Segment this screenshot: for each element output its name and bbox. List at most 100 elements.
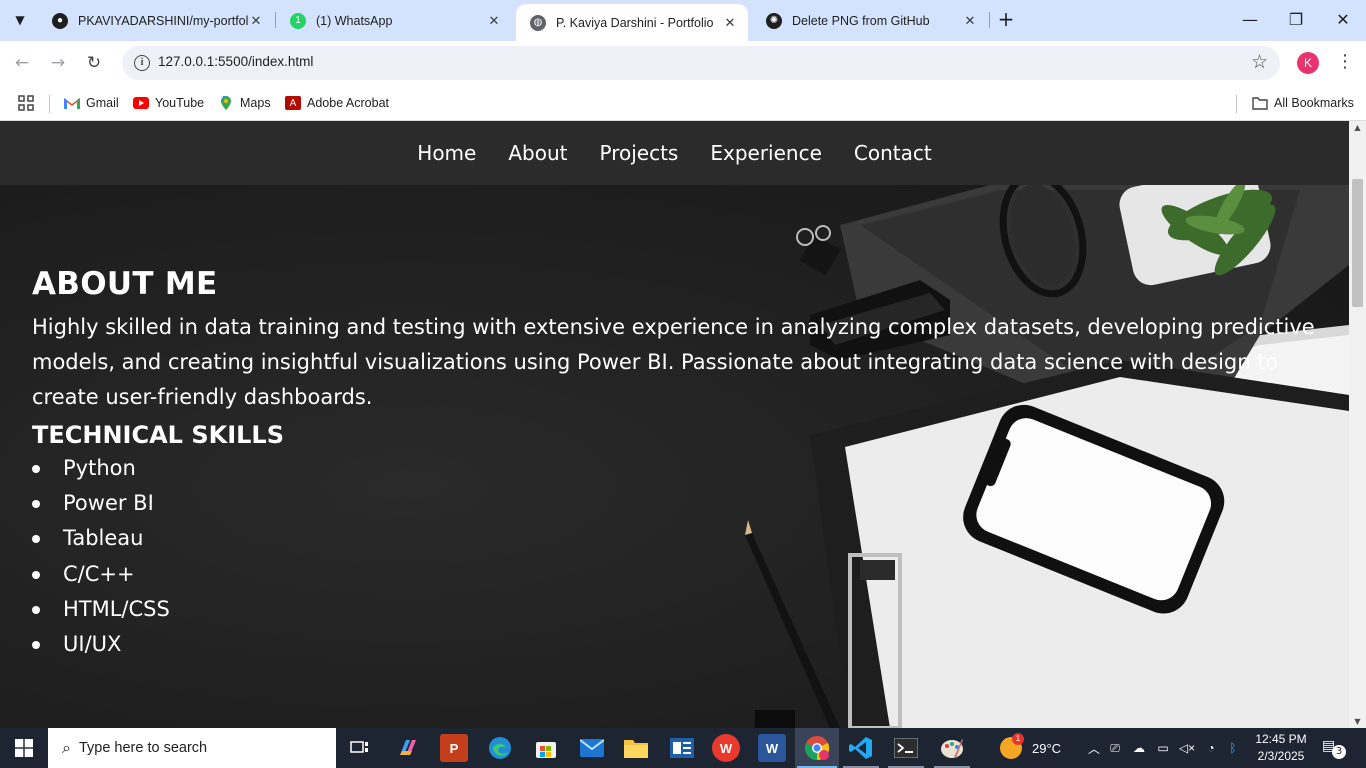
tab-title: Delete PNG from GitHub [792,13,930,28]
bookmark-label: Adobe Acrobat [307,96,390,110]
store-icon[interactable] [532,734,560,762]
taskbar: ⌕ Type here to search P W W 1 29°C ︿ ⎚ ☁… [0,728,1366,768]
skill-item: Python [32,451,1322,486]
close-window-button[interactable]: ✕ [1320,8,1366,32]
scroll-down-icon[interactable]: ▼ [1349,717,1366,726]
skill-item: C/C++ [32,557,1322,592]
scroll-thumb[interactable] [1352,179,1363,307]
battery-icon[interactable]: ▭ [1151,741,1175,755]
nav-home-link[interactable]: Home [401,141,492,165]
tab-title: (1) WhatsApp [316,13,393,28]
bookmark-adobe-acrobat[interactable]: A Adobe Acrobat [285,93,389,113]
word-icon[interactable]: W [758,734,786,762]
powerpoint-icon[interactable]: P [440,734,468,762]
tab-strip: ▼ ● PKAVIYADARSHINI/my-portfolio ✕ 1 (1)… [0,0,1366,41]
bookmark-youtube[interactable]: YouTube [133,93,204,113]
site-info-icon[interactable]: i [134,55,150,71]
wifi-icon[interactable]: ◔ [1199,741,1223,755]
bluetooth-icon[interactable]: ᛒ [1223,741,1243,755]
weather-sun-icon: 1 [1000,733,1024,759]
notification-center-button[interactable]: ▤ 3 [1322,738,1346,759]
globe-icon: ◍ [530,14,546,31]
back-button[interactable]: ← [10,51,34,75]
chevron-up-icon[interactable]: ︿ [1085,740,1103,757]
close-tab-icon[interactable]: ✕ [722,15,738,31]
close-tab-icon[interactable]: ✕ [962,13,978,29]
bookmark-separator [49,95,50,113]
wps-office-icon[interactable]: W [712,734,740,762]
chatgpt-icon: ✺ [766,12,782,29]
tab-title: P. Kaviya Darshini - Portfolio [556,15,714,30]
tab-whatsapp[interactable]: 1 (1) WhatsApp ✕ [276,5,512,36]
close-tab-icon[interactable]: ✕ [486,13,502,29]
bookmarks-bar: Gmail YouTube Maps A Adobe Acrobat All B… [0,85,1366,121]
onedrive-icon[interactable]: ☁ [1127,741,1151,755]
terminal-icon[interactable] [892,734,920,762]
address-bar[interactable]: i 127.0.0.1:5500/index.html ☆ [122,46,1280,80]
reload-button[interactable]: ↻ [82,51,106,75]
taskbar-search[interactable]: ⌕ Type here to search [48,728,336,768]
new-tab-button[interactable]: + [994,8,1018,32]
forward-button[interactable]: → [46,51,70,75]
tab-search-button[interactable]: ▼ [6,6,34,34]
meet-now-icon[interactable]: ⎚ [1103,741,1127,756]
task-view-icon[interactable] [346,734,374,762]
bookmark-star-icon[interactable]: ☆ [1251,51,1268,73]
notification-count-badge: 3 [1332,745,1346,759]
about-paragraph: Highly skilled in data training and test… [32,315,1315,409]
weather-widget[interactable]: 1 29°C [1000,728,1061,768]
bookmark-label: Maps [240,96,271,110]
copilot-icon[interactable] [394,734,422,762]
skill-item: Power BI [32,486,1322,521]
nav-projects-link[interactable]: Projects [583,141,694,165]
bookmark-maps[interactable]: Maps [218,93,271,113]
volume-muted-icon[interactable]: ◁× [1175,741,1199,755]
all-bookmarks-button[interactable]: All Bookmarks [1252,93,1354,113]
start-button[interactable] [0,728,48,768]
whatsapp-icon: 1 [290,12,306,29]
system-clock[interactable]: 12:45 PM 2/3/2025 [1252,731,1310,765]
minimize-button[interactable]: — [1227,8,1273,32]
scroll-up-icon[interactable]: ▲ [1349,123,1366,132]
close-tab-icon[interactable]: ✕ [248,13,264,29]
nav-about-link[interactable]: About [492,141,583,165]
restore-icon: ❐ [1288,10,1304,29]
windows-logo-icon [15,739,33,757]
youtube-icon [133,96,149,110]
tab-separator [989,12,990,28]
tab-portfolio[interactable]: ◍ P. Kaviya Darshini - Portfolio ✕ [516,4,748,41]
search-placeholder: Type here to search [78,740,208,756]
skills-heading: TECHNICAL SKILLS [32,421,284,449]
reload-icon: ↻ [86,53,102,73]
bookmark-separator [1236,95,1237,113]
page-scrollbar[interactable]: ▲ ▼ [1349,121,1366,728]
apps-grid-icon [18,95,34,111]
github-icon: ● [52,12,68,29]
news-icon[interactable] [668,734,696,762]
url-text[interactable]: 127.0.0.1:5500/index.html [158,54,313,69]
chevron-down-icon: ▼ [15,13,25,27]
nav-experience-link[interactable]: Experience [694,141,838,165]
arrow-right-icon: → [50,53,66,73]
site-navbar: Home About Projects Experience Contact [0,121,1349,185]
menu-icon[interactable]: ⋮ [1336,51,1354,73]
minimize-icon: — [1242,10,1258,29]
profile-avatar[interactable]: K [1297,52,1319,74]
page-viewport: Home About Projects Experience Contact A… [0,121,1349,728]
tab-github[interactable]: ● PKAVIYADARSHINI/my-portfolio ✕ [38,5,274,36]
nav-contact-link[interactable]: Contact [838,141,948,165]
skill-item: UI/UX [32,627,1322,662]
restore-button[interactable]: ❐ [1273,8,1319,32]
vscode-icon[interactable] [847,734,875,762]
tab-chatgpt[interactable]: ✺ Delete PNG from GitHub ✕ [752,5,988,36]
paint-icon[interactable] [938,734,966,762]
clock-time: 12:45 PM [1255,732,1307,746]
system-tray: ︿ ⎚ ☁ ▭ ◁× ◔ ᛒ [1085,728,1243,768]
apps-button[interactable] [18,93,34,113]
mail-icon[interactable] [578,734,606,762]
skill-item: HTML/CSS [32,592,1322,627]
chrome-icon[interactable] [803,734,831,762]
bookmark-gmail[interactable]: Gmail [64,93,119,113]
file-explorer-icon[interactable] [622,734,650,762]
edge-icon[interactable] [486,734,514,762]
